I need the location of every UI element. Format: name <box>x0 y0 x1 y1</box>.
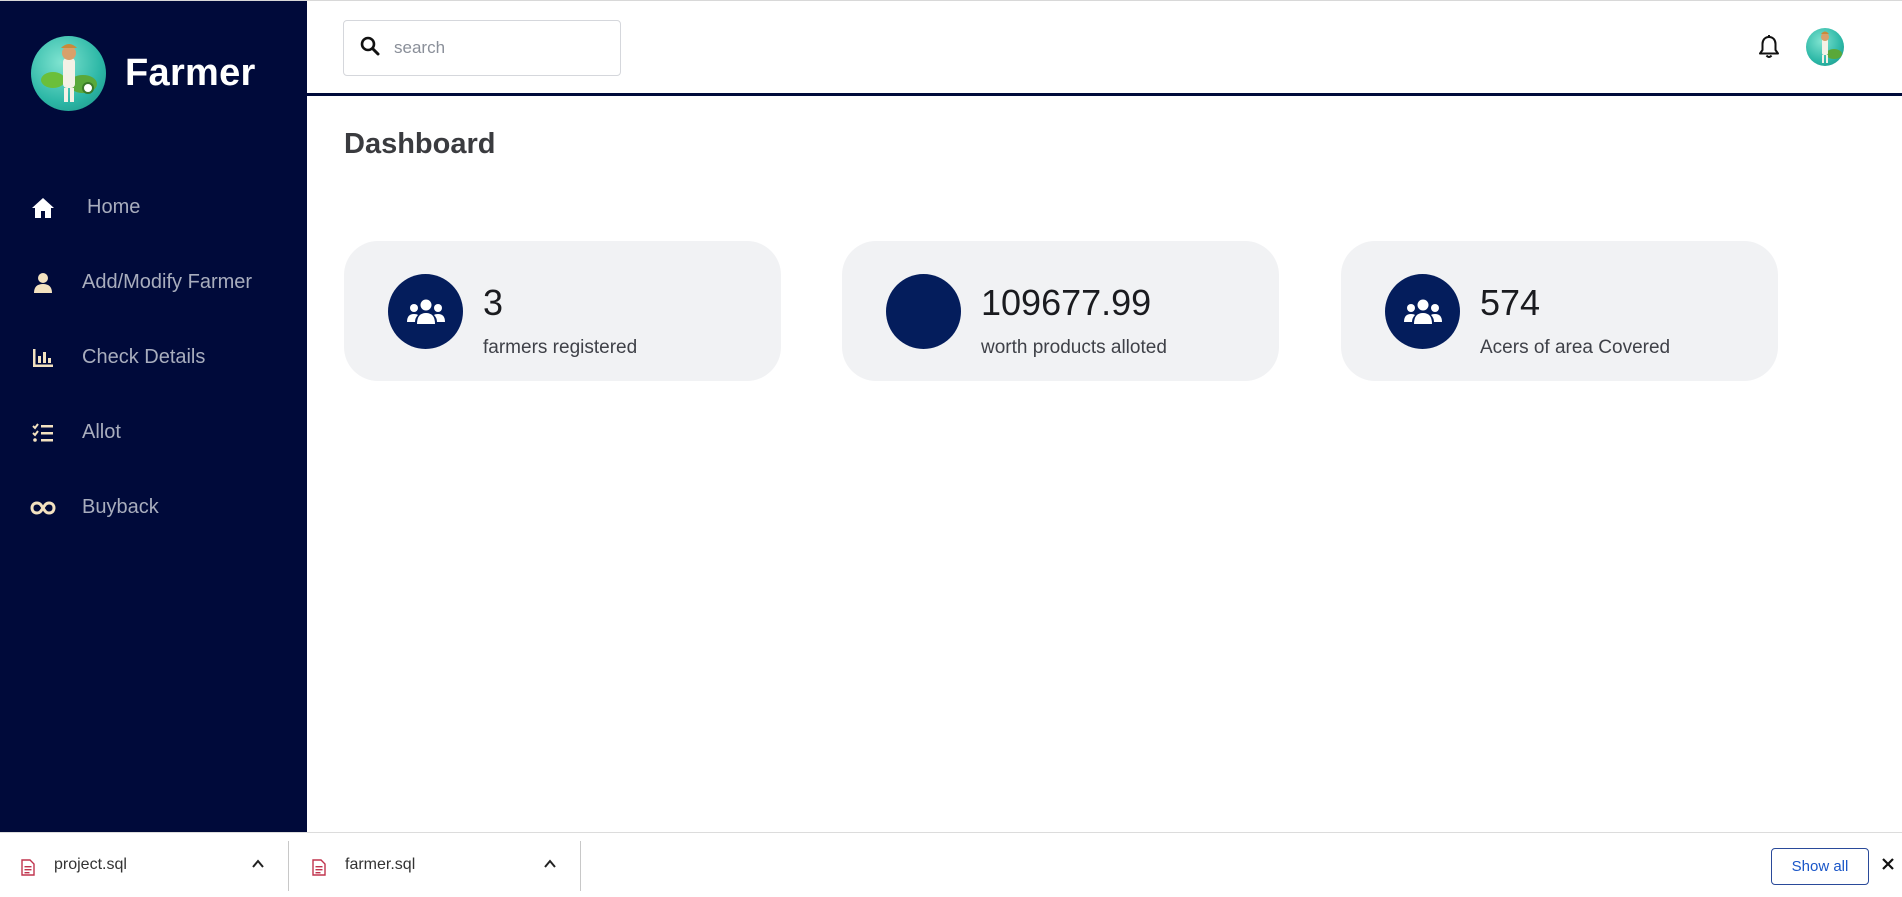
search-input[interactable] <box>394 38 594 58</box>
search-box[interactable] <box>343 20 621 76</box>
brand[interactable]: Farmer <box>31 36 256 111</box>
avatar[interactable] <box>1806 28 1844 66</box>
stat-icon-circle <box>886 274 961 349</box>
notification-bell-icon[interactable] <box>1758 34 1780 65</box>
stat-card-farmers: 3 farmers registered <box>344 241 781 381</box>
sidebar-item-allot[interactable]: Allot <box>0 395 307 470</box>
stat-value: 109677.99 <box>981 282 1152 323</box>
download-divider <box>288 841 289 891</box>
sidebar-nav: Home Add/Modify Farmer Check Details All… <box>0 170 307 545</box>
download-bar: project.sql farmer.sql Show all <box>0 832 1902 897</box>
top-header <box>307 0 1902 96</box>
stat-value: 574 <box>1480 282 1541 323</box>
task-list-icon <box>30 420 56 446</box>
brand-name: Farmer <box>125 52 256 94</box>
stat-card-products: 109677.99 worth products alloted <box>842 241 1279 381</box>
file-icon <box>21 859 35 881</box>
stat-value: 3 <box>483 282 504 323</box>
stat-label: worth products alloted <box>981 337 1167 358</box>
download-file-name: farmer.sql <box>345 856 416 873</box>
sidebar-item-label: Add/Modify Farmer <box>82 271 253 293</box>
sidebar-item-label: Home <box>87 196 141 218</box>
download-divider <box>580 841 581 891</box>
sidebar-item-buyback[interactable]: Buyback <box>0 470 307 545</box>
users-icon <box>388 274 463 349</box>
stat-label: farmers registered <box>483 337 638 358</box>
sidebar-item-add-modify-farmer[interactable]: Add/Modify Farmer <box>0 245 307 320</box>
users-icon <box>1385 274 1460 349</box>
show-all-button[interactable]: Show all <box>1771 848 1869 885</box>
stat-card-area: 574 Acers of area Covered <box>1341 241 1778 381</box>
chevron-up-icon[interactable] <box>251 857 265 876</box>
file-icon <box>312 859 326 881</box>
chevron-up-icon[interactable] <box>543 857 557 876</box>
sidebar-item-check-details[interactable]: Check Details <box>0 320 307 395</box>
user-icon <box>30 270 56 296</box>
app-window: Farmer Home Add/Modify Farmer Check Deta… <box>0 0 1902 832</box>
sidebar-item-label: Buyback <box>82 496 159 518</box>
page-title: Dashboard <box>344 128 496 160</box>
sidebar: Farmer Home Add/Modify Farmer Check Deta… <box>0 0 307 832</box>
stat-label: Acers of area Covered <box>1480 337 1671 358</box>
infinity-icon <box>30 495 56 521</box>
bar-chart-icon <box>30 345 56 371</box>
sidebar-item-label: Check Details <box>82 346 206 368</box>
sidebar-item-home[interactable]: Home <box>0 170 307 245</box>
home-icon <box>30 195 56 221</box>
close-icon[interactable] <box>1881 857 1895 876</box>
sidebar-item-label: Allot <box>82 421 121 443</box>
brand-logo-icon <box>31 36 106 111</box>
search-icon <box>360 36 380 61</box>
top-border <box>0 0 1902 1</box>
download-file-name: project.sql <box>54 856 127 873</box>
